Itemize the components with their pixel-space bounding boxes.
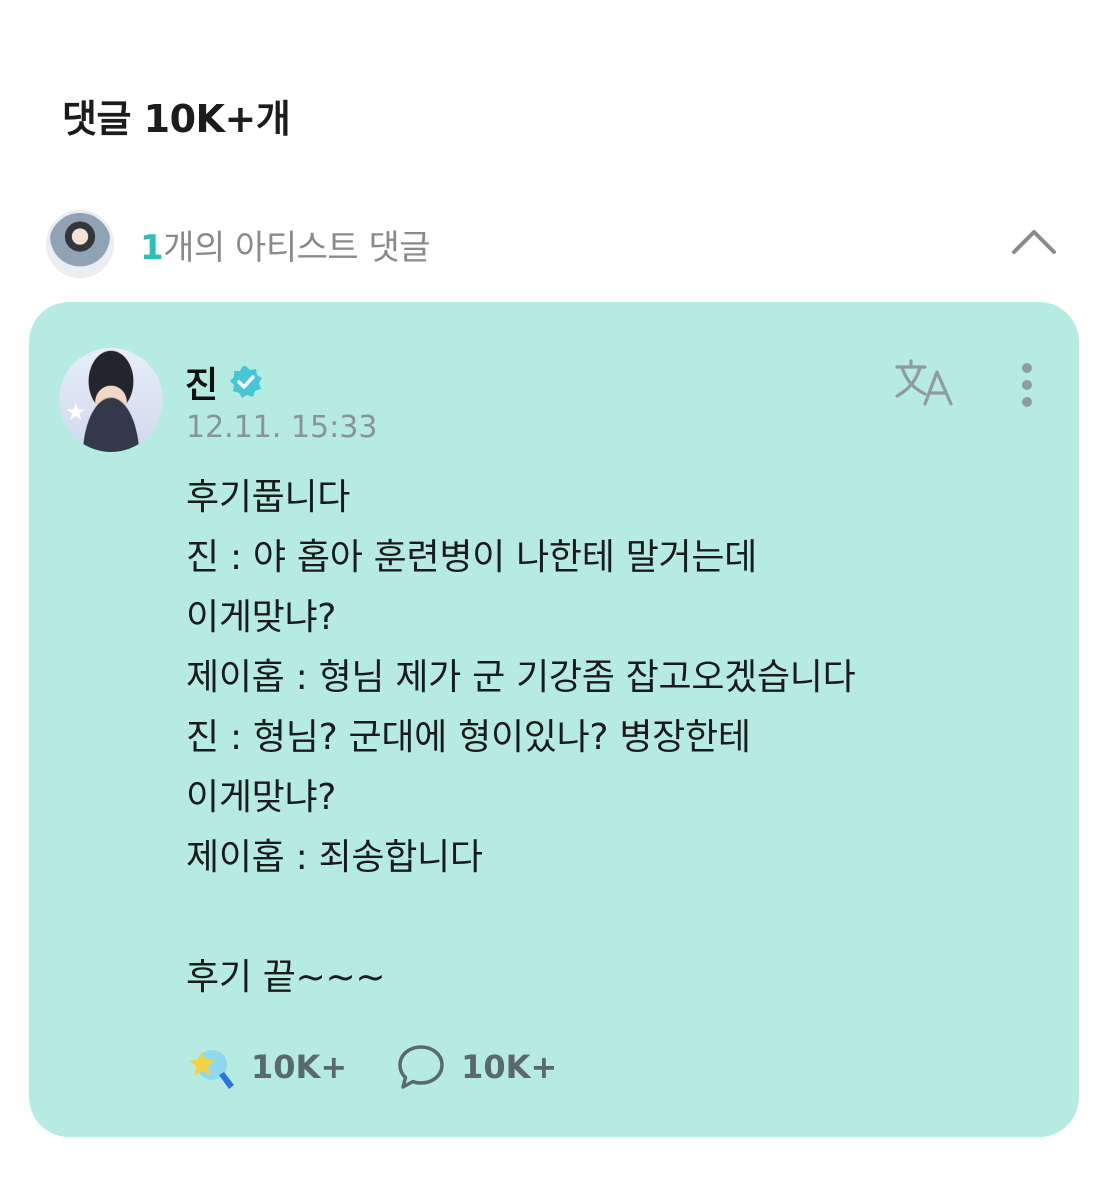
comment-line: 진 : 야 홉아 훈련병이 나한테 말거는데 — [186, 537, 757, 578]
comment-line — [186, 888, 1046, 948]
star-wand-icon — [189, 1050, 234, 1089]
artist-comments-label: 1개의 아티스트 댓글 — [140, 220, 431, 269]
comment-line: 후기풉니다 — [186, 477, 351, 518]
artist-comment-card: ★ 진 12.11. 15:33 후기풉니다 진 : 야 홉아 훈련병이 나한테… — [29, 302, 1079, 1137]
more-vertical-icon[interactable] — [1009, 360, 1045, 410]
star-icon: ★ — [65, 398, 87, 426]
artist-comments-text: 개의 아티스트 댓글 — [163, 227, 431, 268]
reply-count: 10K+ — [461, 1048, 558, 1086]
author-row: 진 — [185, 356, 264, 408]
comment-line: 진 : 형님? 군대에 형이있나? 병장한테 — [186, 717, 751, 758]
comment-body: 후기풉니다 진 : 야 홉아 훈련병이 나한테 말거는데 이게맞냐? 제이홉 :… — [186, 468, 1046, 1008]
comment-timestamp: 12.11. 15:33 — [186, 410, 378, 445]
speech-bubble-icon — [398, 1045, 444, 1089]
chevron-up-icon[interactable] — [1008, 218, 1060, 270]
avatar[interactable]: ★ — [59, 348, 163, 452]
like-count: 10K+ — [251, 1048, 348, 1086]
author-name[interactable]: 진 — [185, 356, 218, 408]
comment-actions: 10K+ 10K+ — [185, 1040, 605, 1094]
artist-comments-count: 1 — [140, 227, 164, 268]
comment-line: 이게맞냐? — [186, 597, 337, 638]
comment-line: 후기 끝~~~ — [186, 957, 386, 998]
comment-line: 이게맞냐? — [186, 777, 337, 818]
comment-line: 제이홉 : 죄송합니다 — [186, 837, 483, 878]
translate-icon[interactable] — [893, 358, 955, 408]
comment-line: 제이홉 : 형님 제가 군 기강좀 잡고오겠습니다 — [186, 657, 856, 698]
artist-avatar-thumbnail — [46, 210, 114, 278]
verified-badge-icon — [230, 366, 263, 398]
comments-title: 댓글 10K+개 — [62, 97, 291, 141]
like-button[interactable]: 10K+ — [185, 1041, 347, 1093]
artist-comments-toggle[interactable]: 1개의 아티스트 댓글 — [46, 206, 1066, 282]
reply-button[interactable]: 10K+ — [395, 1041, 557, 1093]
